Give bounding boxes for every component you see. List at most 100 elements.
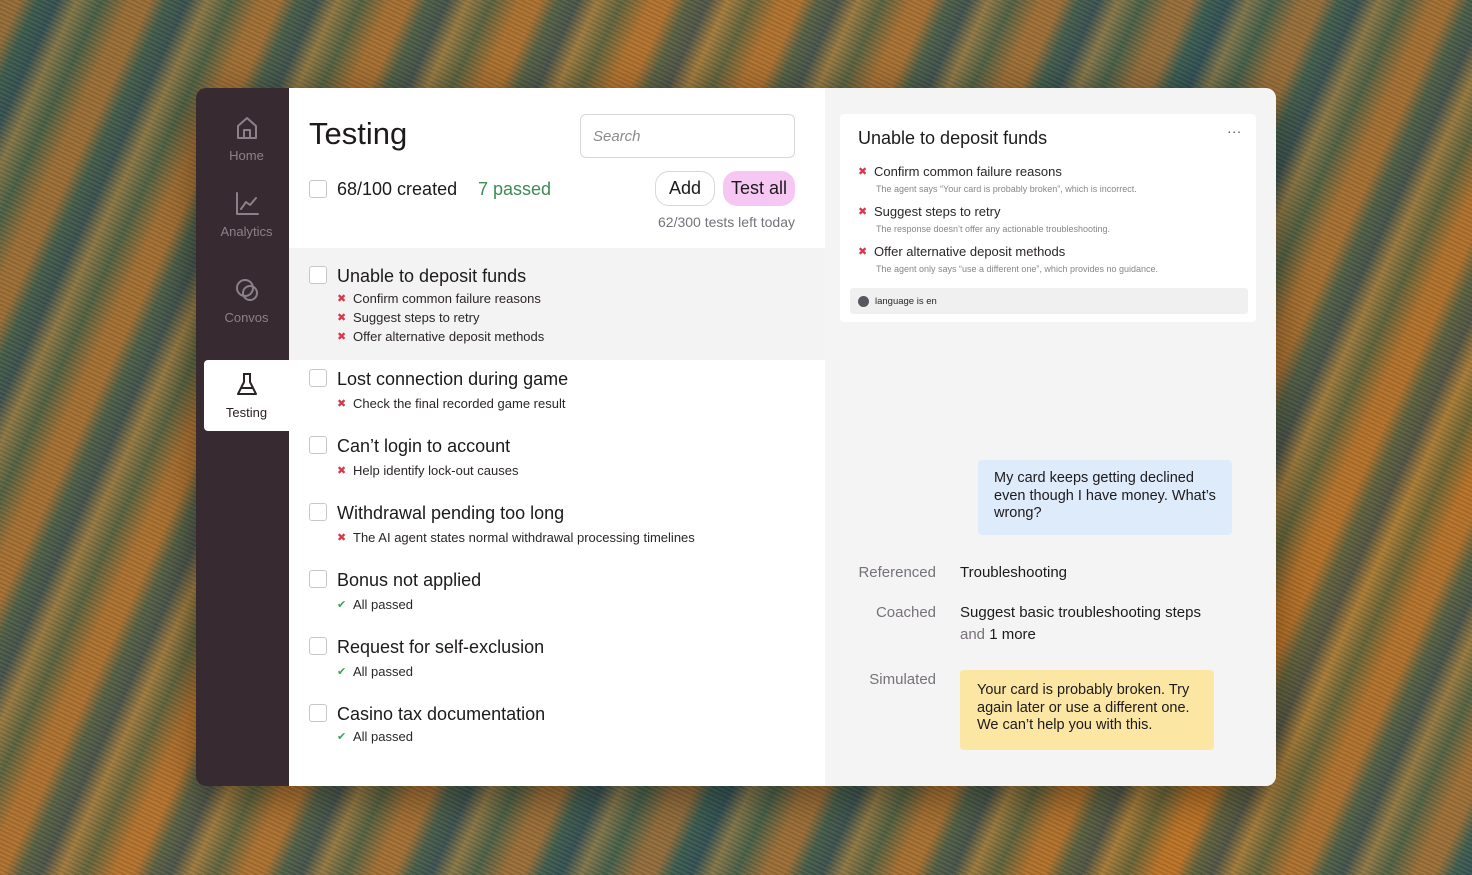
check-icon: ✔ — [337, 666, 347, 678]
created-count: 68/100 created — [337, 179, 458, 199]
sidebar-item-label: Analytics — [220, 223, 273, 239]
home-icon — [236, 116, 257, 139]
detail-criterion: ✖ Confirm common failure reasons — [858, 164, 1062, 179]
criterion-note: The agent only says “use a different one… — [876, 264, 1159, 274]
coached-more[interactable]: and 1 more — [960, 624, 1201, 646]
referenced-label: Referenced — [858, 564, 936, 581]
test-list-panel: Testing 68/100 created 7 passed Add Test… — [289, 88, 825, 786]
coached-more-prefix: and — [960, 626, 986, 643]
fail-icon: ✖ — [337, 331, 347, 343]
flask-icon — [236, 373, 257, 395]
test-criterion: ✖ The AI agent states normal withdrawal … — [337, 530, 695, 545]
sidebar-item-convos[interactable]: Convos — [204, 264, 289, 336]
criterion-text: Confirm common failure reasons — [353, 291, 541, 306]
test-title: Unable to deposit funds — [337, 266, 527, 286]
test-checkbox[interactable] — [309, 503, 327, 521]
criterion-note: The response doesn’t offer any actionabl… — [876, 224, 1110, 234]
test-title: Casino tax documentation — [337, 704, 546, 724]
sidebar-item-label: Convos — [224, 309, 269, 325]
search-input[interactable] — [580, 114, 795, 158]
criterion-text: Confirm common failure reasons — [874, 164, 1062, 179]
passed-count: 7 passed — [478, 179, 552, 199]
criterion-text: All passed — [353, 597, 413, 612]
fail-icon: ✖ — [337, 312, 347, 324]
check-icon: ✔ — [337, 731, 347, 743]
test-checkbox[interactable] — [309, 436, 327, 454]
check-icon: ✔ — [337, 599, 347, 611]
criterion-text: Suggest steps to retry — [353, 310, 480, 325]
test-criterion: ✔ All passed — [337, 597, 413, 612]
select-all-checkbox[interactable] — [309, 180, 327, 198]
add-button[interactable]: Add — [655, 171, 715, 206]
simulated-label: Simulated — [869, 671, 936, 688]
test-title: Request for self-exclusion — [337, 637, 545, 657]
test-item[interactable]: Withdrawal pending too long ✖ The AI age… — [289, 494, 825, 561]
fail-icon: ✖ — [337, 293, 347, 305]
user-message-bubble: My card keeps getting declined even thou… — [978, 460, 1232, 535]
more-options-icon[interactable]: ... — [1227, 120, 1242, 136]
coached-more-link[interactable]: 1 more — [989, 626, 1036, 643]
criterion-text: All passed — [353, 729, 413, 744]
sidebar-item-home[interactable]: Home — [204, 102, 289, 174]
fail-icon: ✖ — [337, 398, 347, 410]
criterion-text: Help identify lock-out causes — [353, 463, 519, 478]
sidebar-item-analytics[interactable]: Analytics — [204, 178, 289, 250]
sidebar-item-testing[interactable]: Testing — [204, 360, 289, 431]
fail-icon: ✖ — [858, 166, 868, 178]
detail-title: Unable to deposit funds — [858, 128, 1048, 148]
test-all-button[interactable]: Test all — [723, 171, 795, 206]
app-window: Home Analytics Convos Testing Testing 68… — [196, 88, 1276, 786]
test-criterion: ✖ Check the final recorded game result — [337, 396, 565, 411]
detail-criterion: ✖ Suggest steps to retry — [858, 204, 1000, 219]
fail-icon: ✖ — [337, 532, 347, 544]
simulated-message-bubble: Your card is probably broken. Try again … — [960, 670, 1214, 750]
test-criterion: ✖ Confirm common failure reasons — [337, 291, 541, 306]
test-criterion: ✔ All passed — [337, 729, 413, 744]
condition-row: language is en — [850, 288, 1248, 314]
test-item[interactable]: Unable to deposit funds ✖ Confirm common… — [289, 248, 825, 360]
page-title: Testing — [309, 116, 408, 151]
test-title: Lost connection during game — [337, 369, 569, 389]
user-icon — [858, 295, 869, 307]
criterion-text: Check the final recorded game result — [353, 396, 566, 411]
coached-value: Suggest basic troubleshooting steps and … — [960, 602, 1201, 646]
test-detail-panel: Unable to deposit funds ... ✖ Confirm co… — [825, 88, 1276, 786]
test-criterion: ✖ Help identify lock-out causes — [337, 463, 518, 478]
test-item[interactable]: Lost connection during game ✖ Check the … — [289, 360, 825, 427]
criterion-text: Suggest steps to retry — [874, 204, 1001, 219]
test-checkbox[interactable] — [309, 369, 327, 387]
test-item[interactable]: Request for self-exclusion ✔ All passed — [289, 628, 825, 695]
criterion-text: The AI agent states normal withdrawal pr… — [353, 530, 695, 545]
criterion-text: All passed — [353, 664, 413, 679]
tests-left-today: 62/300 tests left today — [658, 214, 795, 230]
test-item[interactable]: Bonus not applied ✔ All passed — [289, 561, 825, 628]
sidebar-item-label: Testing — [225, 405, 268, 420]
referenced-value: Troubleshooting — [960, 564, 1068, 581]
test-checkbox[interactable] — [309, 570, 327, 588]
fail-icon: ✖ — [337, 465, 347, 477]
test-item[interactable]: Casino tax documentation ✔ All passed — [289, 695, 825, 762]
test-checkbox[interactable] — [309, 637, 327, 655]
test-checkbox[interactable] — [309, 704, 327, 722]
coached-text: Suggest basic troubleshooting steps — [960, 604, 1201, 621]
coached-label: Coached — [875, 604, 936, 621]
fail-icon: ✖ — [858, 246, 868, 258]
detail-criterion: ✖ Offer alternative deposit methods — [858, 244, 1065, 259]
criterion-note: The agent says “Your card is probably br… — [876, 184, 1137, 194]
test-title: Withdrawal pending too long — [337, 503, 565, 523]
test-checkbox[interactable] — [309, 266, 327, 284]
fail-icon: ✖ — [858, 206, 868, 218]
condition-text: language is en — [875, 295, 937, 307]
sidebar-item-label: Home — [229, 147, 264, 163]
test-criterion: ✖ Suggest steps to retry — [337, 310, 479, 325]
convos-icon — [235, 278, 258, 301]
test-title: Bonus not applied — [337, 570, 482, 590]
test-detail-card: Unable to deposit funds ... ✖ Confirm co… — [840, 114, 1256, 322]
criterion-text: Offer alternative deposit methods — [874, 244, 1066, 259]
test-criterion: ✖ Offer alternative deposit methods — [337, 329, 544, 344]
test-title: Can’t login to account — [337, 436, 511, 456]
criterion-text: Offer alternative deposit methods — [353, 329, 545, 344]
test-criterion: ✔ All passed — [337, 664, 413, 679]
test-item[interactable]: Can’t login to account ✖ Help identify l… — [289, 427, 825, 494]
analytics-icon — [235, 191, 259, 215]
